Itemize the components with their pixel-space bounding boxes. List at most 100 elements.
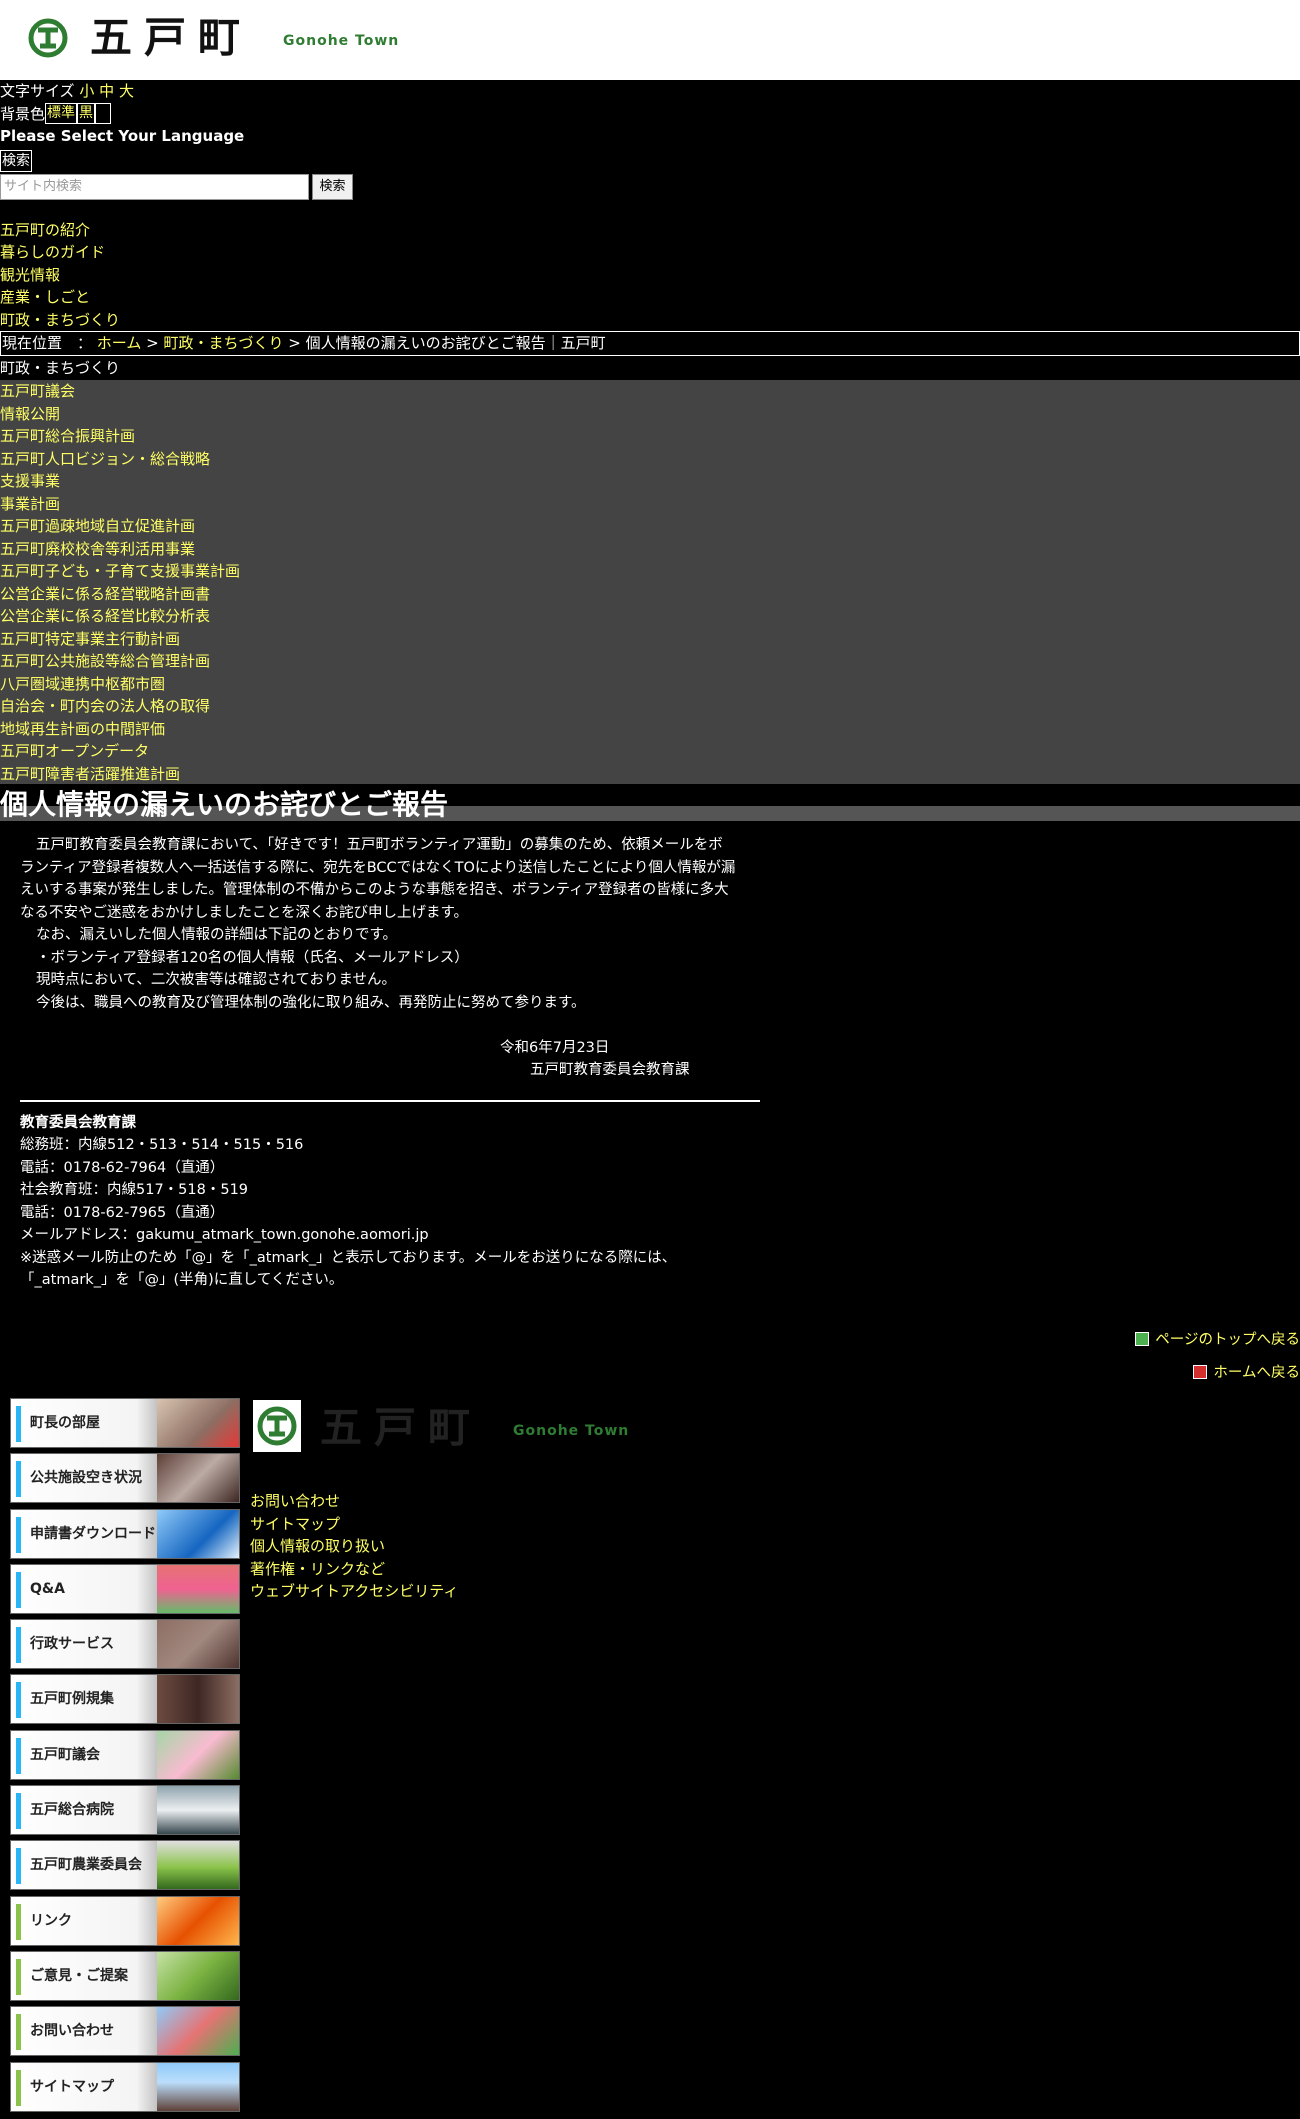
banner-label: お問い合わせ	[30, 2023, 114, 2040]
banner-list: 町長の部屋 公共施設空き状況 申請書ダウンロード Q&A 行政サービス 五戸町例…	[10, 1398, 240, 2117]
body-paragraph: えいする事案が発生しました。管理体制の不備からこのような事態を招き、ボランティア…	[20, 882, 729, 898]
banner-label: 公共施設空き状況	[30, 1470, 142, 1487]
breadcrumb-parent-link[interactable]: 町政・まちづくり	[164, 334, 284, 352]
banner-qa[interactable]: Q&A	[10, 1563, 240, 1614]
logo-text[interactable]: 五戸町	[90, 12, 252, 64]
subnav-item[interactable]: 五戸町過疎地域自立促進計画	[0, 517, 195, 535]
banner-hospital[interactable]: 五戸総合病院	[10, 1785, 240, 1836]
subnav-item[interactable]: 支援事業	[0, 472, 60, 490]
banner-label: 五戸町議会	[30, 1746, 100, 1763]
body-paragraph: ・ボランティア登録者120名の個人情報（氏名、メールアドレス）	[36, 949, 469, 966]
search-form: サイト内検索 検索	[0, 173, 1300, 202]
home-link[interactable]: ホームへ戻る	[1193, 1362, 1300, 1385]
gnav-item-industry[interactable]: 産業・しごと	[0, 288, 90, 306]
footer-links: お問い合わせ サイトマップ 個人情報の取り扱い 著作権・リンクなど ウェブサイト…	[250, 1490, 458, 1603]
banner-label: リンク	[30, 1912, 72, 1929]
banner-facility-availability[interactable]: 公共施設空き状況	[10, 1453, 240, 1504]
subnav-item[interactable]: 五戸町子ども・子育て支援事業計画	[0, 562, 240, 580]
footer-link-accessibility[interactable]: ウェブサイトアクセシビリティ	[250, 1582, 458, 1600]
footer-link-sitemap[interactable]: サイトマップ	[250, 1515, 340, 1533]
contact-line: 社会教育班：内線517・518・519	[20, 1182, 249, 1198]
breadcrumb-label: 現在位置 ：	[2, 334, 93, 352]
article-body: 五戸町教育委員会教育課において、「好きです！五戸町ボランティア運動」の募集のため…	[0, 826, 760, 1292]
bg-color-label: 背景色	[0, 104, 46, 123]
subnav-item[interactable]: 五戸町議会	[0, 382, 75, 400]
gnav-item-government[interactable]: 町政・まちづくり	[0, 311, 120, 329]
banner-regulations[interactable]: 五戸町例規集	[10, 1674, 240, 1725]
body-paragraph: 五戸町教育委員会教育課において、「好きです！五戸町ボランティア運動」の募集のため…	[36, 837, 723, 853]
contact-block: 教育委員会教育課 総務班：内線512・513・514・515・516 電話：01…	[20, 1112, 760, 1292]
body-paragraph: ランティア登録者複数人へ一括送信する際に、宛先をBCCではなくTOにより送信した…	[20, 859, 736, 876]
gnav-item-living[interactable]: 暮らしのガイド	[0, 243, 105, 261]
subnav-item[interactable]: 情報公開	[0, 405, 60, 423]
banner-label: 行政サービス	[30, 1636, 114, 1653]
home-link-label[interactable]: ホームへ戻る	[1213, 1365, 1300, 1381]
search-button[interactable]: 検索	[312, 173, 353, 200]
utility-bar: 文字サイズ 小 中 大 背景色 標準黒 Please Select Your La…	[0, 80, 1300, 202]
banner-label: ご意見・ご提案	[30, 1967, 128, 1984]
subnav-item[interactable]: 八戸圏域連携中枢都市圏	[0, 675, 165, 693]
language-select-label[interactable]: Please Select Your Language	[0, 125, 1300, 148]
town-emblem-icon[interactable]	[28, 16, 68, 60]
footer-logo-text: 五戸町	[320, 1403, 483, 1452]
search-toggle-button[interactable]: 検索	[0, 149, 32, 172]
section-subnav: 五戸町議会 情報公開 五戸町総合振興計画 五戸町人口ビジョン・総合戦略 支援事業…	[0, 380, 1300, 784]
breadcrumb-current: 個人情報の漏えいのお詫びとご報告｜五戸町	[305, 334, 606, 352]
bg-black-button[interactable]: 黒	[77, 102, 96, 124]
subnav-item[interactable]: 地域再生計画の中間評価	[0, 720, 165, 738]
banner-agriculture[interactable]: 五戸町農業委員会	[10, 1840, 240, 1891]
body-paragraph: 今後は、職員への教育及び管理体制の強化に取り組み、再発防止に努めて参ります。	[36, 994, 586, 1011]
notice-signer: 五戸町教育委員会教育課	[530, 1062, 690, 1078]
banner-downloads[interactable]: 申請書ダウンロード	[10, 1508, 240, 1559]
contact-line: 電話：0178-62-7965（直通）	[20, 1204, 225, 1221]
footer-logo[interactable]: 五戸町 Gonohe Town	[253, 1400, 633, 1456]
body-paragraph: なる不安やご迷惑をおかけしましたことを深くお詫び申し上げます。	[20, 904, 469, 921]
subnav-item[interactable]: 五戸町オープンデータ	[0, 742, 149, 760]
logo-roman-text: Gonohe Town	[283, 33, 400, 49]
page-top-link[interactable]: ページのトップへ戻る	[1135, 1329, 1300, 1352]
banner-mayor[interactable]: 町長の部屋	[10, 1398, 240, 1448]
notice-date: 令和6年7月23日	[500, 1039, 610, 1056]
banner-links[interactable]: リンク	[10, 1895, 240, 1946]
bg-color-row: 背景色 標準黒	[0, 102, 1300, 126]
banner-feedback[interactable]: ご意見・ご提案	[10, 1950, 240, 2001]
subnav-item[interactable]: 五戸町廃校校舎等利活用事業	[0, 540, 195, 558]
subnav-item[interactable]: 五戸町特定事業主行動計画	[0, 630, 180, 648]
footer-link-privacy[interactable]: 個人情報の取り扱い	[250, 1537, 385, 1555]
banner-contact[interactable]: お問い合わせ	[10, 2006, 240, 2057]
contact-line: 総務班：内線512・513・514・515・516	[20, 1137, 304, 1153]
subnav-item[interactable]: 公営企業に係る経営比較分析表	[0, 607, 210, 625]
breadcrumb-home-link[interactable]: ホーム	[97, 334, 142, 352]
town-emblem-icon	[253, 1400, 301, 1452]
page-title-bar: 個人情報の漏えいのお詫びとご報告	[0, 784, 1300, 826]
font-size-medium-button[interactable]: 中	[99, 82, 114, 100]
banner-label: Q&A	[30, 1580, 65, 1597]
gnav-item-intro[interactable]: 五戸町の紹介	[0, 221, 90, 239]
subnav-item[interactable]: 五戸町人口ビジョン・総合戦略	[0, 450, 210, 468]
contact-title: 教育委員会教育課	[20, 1114, 136, 1131]
subnav-item[interactable]: 五戸町障害者活躍推進計画	[0, 765, 180, 783]
site-header: 五戸町 Gonohe Town	[0, 0, 1300, 80]
font-size-large-button[interactable]: 大	[119, 82, 134, 100]
arrow-up-icon	[1135, 1332, 1150, 1346]
gnav-item-tourism[interactable]: 観光情報	[0, 266, 60, 284]
banner-sitemap[interactable]: サイトマップ	[10, 2061, 240, 2112]
section-title: 町政・まちづくり	[0, 359, 121, 377]
bg-standard-button[interactable]: 標準	[45, 102, 78, 124]
banner-admin-services[interactable]: 行政サービス	[10, 1619, 240, 1670]
banner-label: 五戸総合病院	[30, 1802, 114, 1819]
footer-link-contact[interactable]: お問い合わせ	[250, 1492, 340, 1510]
contact-note: 「_atmark_」を「@」(半角)に直してください。	[20, 1272, 344, 1288]
subnav-item[interactable]: 五戸町公共施設等総合管理計画	[0, 652, 210, 670]
page-top-label[interactable]: ページのトップへ戻る	[1155, 1332, 1300, 1348]
footer-link-copyright[interactable]: 著作権・リンクなど	[250, 1560, 385, 1578]
subnav-item[interactable]: 自治会・町内会の法人格の取得	[0, 697, 210, 715]
search-input[interactable]: サイト内検索	[0, 173, 309, 200]
font-size-small-button[interactable]: 小	[79, 82, 94, 100]
bg-blank-button[interactable]	[95, 102, 112, 124]
banner-council[interactable]: 五戸町議会	[10, 1729, 240, 1780]
subnav-item[interactable]: 公営企業に係る経営戦略計画書	[0, 585, 210, 603]
body-paragraph: 現時点において、二次被害等は確認されておりません。	[36, 972, 397, 988]
subnav-item[interactable]: 事業計画	[0, 495, 60, 513]
subnav-item[interactable]: 五戸町総合振興計画	[0, 427, 135, 445]
